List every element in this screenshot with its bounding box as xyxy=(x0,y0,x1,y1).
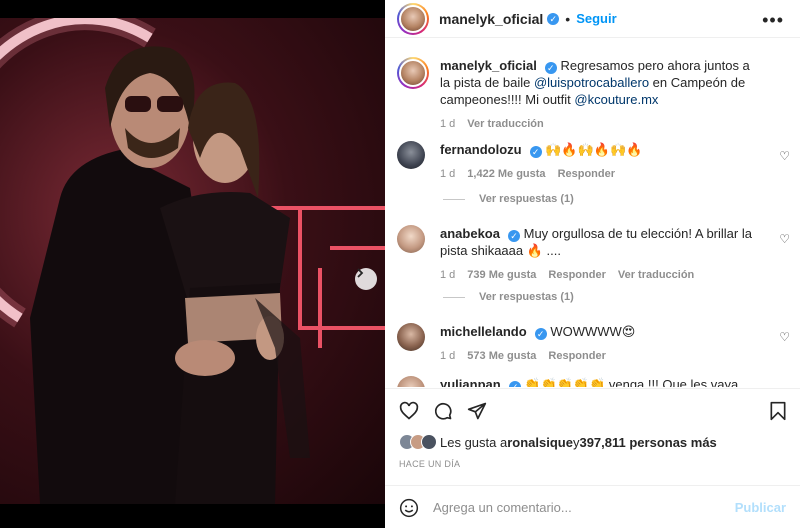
bookmark-icon[interactable] xyxy=(768,401,788,421)
add-comment-bar: Publicar xyxy=(385,485,800,528)
view-replies-button[interactable]: Ver respuestas (1) xyxy=(443,291,574,303)
commenter-avatar[interactable] xyxy=(397,376,425,387)
liker-avatars xyxy=(399,434,437,450)
comments-list[interactable]: manelyk_oficial ✓ Regresamos pero ahora j… xyxy=(385,39,800,387)
commenter-avatar[interactable] xyxy=(397,225,425,253)
likes-user[interactable]: ronalsique xyxy=(507,435,573,450)
emoji-icon[interactable] xyxy=(399,498,419,518)
comment-likes[interactable]: 1,422 Me gusta xyxy=(467,166,545,183)
likes-summary[interactable]: Les gusta a ronalsique y 397,811 persona… xyxy=(399,434,717,450)
comment-item: yulianpan ✓ 👏👏👏👏👏 venga !!! Que les vaya … xyxy=(397,376,787,387)
comment-text: WOWWWW😍 xyxy=(550,324,636,339)
commenter-avatar[interactable] xyxy=(397,323,425,351)
comment-item: anabekoa ✓ Muy orgullosa de tu elección! … xyxy=(397,225,787,284)
comment-icon[interactable] xyxy=(433,401,453,421)
photo-illustration xyxy=(0,18,385,504)
comment-like-heart-icon[interactable]: ♡ xyxy=(779,232,790,246)
comment-item: michellelando ✓ WOWWWW😍 1 d 573 Me gusta … xyxy=(397,323,787,365)
heart-icon[interactable] xyxy=(399,401,419,421)
reply-button[interactable]: Responder xyxy=(548,267,605,284)
post-photo[interactable] xyxy=(0,18,385,504)
post-actions: Les gusta a ronalsique y 397,811 persona… xyxy=(385,388,800,528)
post-details-panel: manelyk_oficial ✓ • Seguir ••• manelyk_o… xyxy=(385,0,800,528)
comment-item: fernandolozu ✓ 🙌🔥🙌🔥🙌🔥 1 d 1,422 Me gusta … xyxy=(397,141,787,183)
chevron-right-icon xyxy=(357,268,364,278)
likes-prefix: Les gusta a xyxy=(440,434,508,450)
view-replies-label: Ver respuestas (1) xyxy=(479,193,574,205)
post-header: manelyk_oficial ✓ • Seguir ••• xyxy=(385,0,800,38)
comment-likes[interactable]: 739 Me gusta xyxy=(467,267,536,284)
caption-mention[interactable]: @kcouture.mx xyxy=(574,92,658,107)
author-avatar[interactable] xyxy=(397,57,429,89)
publish-button[interactable]: Publicar xyxy=(735,500,786,515)
comment-time: 1 d xyxy=(440,269,456,281)
comment-username[interactable]: fernandolozu xyxy=(440,142,522,157)
likes-count[interactable]: 397,811 personas más xyxy=(579,435,716,450)
translate-link[interactable]: Ver traducción xyxy=(618,267,694,284)
verified-badge-icon: ✓ xyxy=(547,12,560,25)
instagram-post-view: manelyk_oficial ✓ • Seguir ••• manelyk_o… xyxy=(0,0,800,528)
author-username[interactable]: manelyk_oficial xyxy=(439,11,543,27)
verified-badge-icon: ✓ xyxy=(529,146,542,158)
share-icon[interactable] xyxy=(467,401,487,421)
comment-username[interactable]: michellelando xyxy=(440,324,527,339)
comment-time: 1 d xyxy=(440,350,456,362)
comment-time: 1 d xyxy=(440,168,456,180)
follow-button[interactable]: Seguir xyxy=(576,11,616,26)
comment-like-heart-icon[interactable]: ♡ xyxy=(779,149,790,163)
comment-username[interactable]: yulianpan xyxy=(440,377,501,387)
comment-like-heart-icon[interactable]: ♡ xyxy=(779,330,790,344)
comment-likes[interactable]: 573 Me gusta xyxy=(467,348,536,365)
next-photo-button[interactable] xyxy=(355,268,377,290)
post-time: HACE UN DÍA xyxy=(399,459,461,469)
reply-button[interactable]: Responder xyxy=(548,348,605,365)
caption-username[interactable]: manelyk_oficial xyxy=(440,58,537,73)
commenter-avatar[interactable] xyxy=(397,141,425,169)
view-replies-label: Ver respuestas (1) xyxy=(479,291,574,303)
caption-time: 1 d xyxy=(440,118,456,130)
verified-badge-icon: ✓ xyxy=(507,230,520,242)
reply-button[interactable]: Responder xyxy=(558,166,615,183)
caption-mention[interactable]: @luispotrocaballero xyxy=(534,75,649,90)
verified-badge-icon: ✓ xyxy=(534,328,547,340)
comment-text: 🙌🔥🙌🔥🙌🔥 xyxy=(545,142,643,157)
verified-badge-icon: ✓ xyxy=(544,62,557,74)
comment-username[interactable]: anabekoa xyxy=(440,226,500,241)
more-options-icon[interactable]: ••• xyxy=(762,10,784,31)
comment-input[interactable] xyxy=(433,500,723,515)
separator-dot: • xyxy=(565,10,571,27)
verified-badge-icon: ✓ xyxy=(508,381,521,387)
view-replies-button[interactable]: Ver respuestas (1) xyxy=(443,193,574,205)
translate-link[interactable]: Ver traducción xyxy=(467,116,543,133)
author-avatar[interactable] xyxy=(397,2,429,35)
post-caption: manelyk_oficial ✓ Regresamos pero ahora j… xyxy=(397,57,787,133)
